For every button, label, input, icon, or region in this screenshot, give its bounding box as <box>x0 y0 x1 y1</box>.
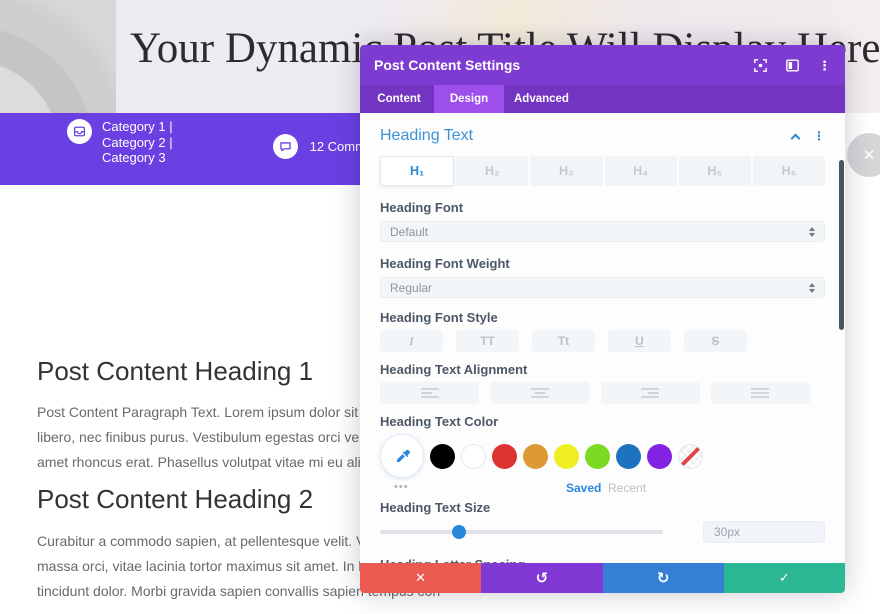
tab-content[interactable]: Content <box>364 85 434 113</box>
heading-text-size-label: Heading Text Size <box>380 500 825 515</box>
undo-icon: ↺ <box>536 569 549 587</box>
post-content-settings-modal: Post Content Settings ⋮ Content Design A… <box>360 45 845 593</box>
recent-colors-tab[interactable]: Recent <box>608 481 646 495</box>
category-folder-icon <box>73 125 86 138</box>
alignment-buttons <box>380 382 825 404</box>
font-style-buttons: I TT Tt U S <box>380 330 825 352</box>
tab-design[interactable]: Design <box>434 85 504 113</box>
color-swatch-orange[interactable] <box>523 444 548 469</box>
heading-level-h6[interactable]: H₆ <box>753 156 825 186</box>
select-arrows-icon <box>809 283 815 293</box>
heading-font-label: Heading Font <box>380 200 825 215</box>
heading-level-h4[interactable]: H₄ <box>605 156 677 186</box>
modal-title: Post Content Settings <box>374 57 520 73</box>
modal-tab-bar: Content Design Advanced <box>360 85 845 113</box>
color-swatch-none[interactable] <box>678 444 703 469</box>
text-size-input[interactable]: 30px <box>703 521 825 543</box>
saved-colors-tab[interactable]: Saved <box>566 481 601 495</box>
post-content-heading-2: Post Content Heading 2 <box>37 484 313 515</box>
color-swatch-blue[interactable] <box>616 444 641 469</box>
modal-footer: ✕ ↺ ↻ ✓ <box>360 563 845 593</box>
discard-button[interactable]: ✕ <box>360 563 481 593</box>
color-swatch-red[interactable] <box>492 444 517 469</box>
hero-decorative-blob <box>0 0 116 113</box>
dock-panel-icon[interactable] <box>786 59 799 72</box>
page-root: Your Dynamic Post Title Will Display Her… <box>0 0 880 614</box>
section-title-heading-text[interactable]: Heading Text <box>380 127 473 145</box>
redo-icon: ↻ <box>657 569 670 587</box>
heading-font-weight-label: Heading Font Weight <box>380 256 825 271</box>
color-swatch-black[interactable] <box>430 444 455 469</box>
page-settings-close-button[interactable]: ✕ <box>847 133 880 177</box>
color-palette-tabs: ••• Saved Recent <box>380 481 825 495</box>
save-button[interactable]: ✓ <box>724 563 845 593</box>
heading-font-weight-value: Regular <box>390 281 432 295</box>
heading-level-h1[interactable]: H₁ <box>380 156 454 186</box>
heading-font-style-label: Heading Font Style <box>380 310 825 325</box>
heading-font-weight-select[interactable]: Regular <box>380 277 825 298</box>
align-left-button[interactable] <box>380 382 479 404</box>
close-icon: ✕ <box>863 146 876 164</box>
style-smallcaps-button[interactable]: Tt <box>532 330 595 352</box>
heading-text-alignment-label: Heading Text Alignment <box>380 362 825 377</box>
color-swatch-green[interactable] <box>585 444 610 469</box>
eyedropper-icon <box>394 448 411 465</box>
text-size-slider[interactable] <box>380 530 663 534</box>
undo-button[interactable]: ↺ <box>481 563 602 593</box>
save-check-icon: ✓ <box>779 570 790 586</box>
category-circle <box>67 119 92 144</box>
category-link-1[interactable]: Category 1 | <box>102 119 173 135</box>
color-swatch-purple[interactable] <box>647 444 672 469</box>
color-picker-row <box>380 433 825 479</box>
tab-advanced[interactable]: Advanced <box>504 85 579 113</box>
align-right-button[interactable] <box>601 382 700 404</box>
align-justify-icon <box>751 387 769 399</box>
redo-button[interactable]: ↻ <box>603 563 724 593</box>
paragraph-text: Post Content Paragraph Text. Lorem ipsum… <box>37 404 401 420</box>
modal-header-icons: ⋮ <box>754 59 831 72</box>
heading-text-color-label: Heading Text Color <box>380 414 825 429</box>
modal-header[interactable]: Post Content Settings ⋮ <box>360 45 845 85</box>
categories-group: Category 1 | Category 2 | Category 3 <box>67 119 173 166</box>
align-center-icon <box>531 387 549 399</box>
modal-menu-icon[interactable]: ⋮ <box>818 59 831 72</box>
style-uppercase-button[interactable]: TT <box>456 330 519 352</box>
heading-level-tabs: H₁ H₂ H₃ H₄ H₅ H₆ <box>380 156 825 186</box>
heading-level-h5[interactable]: H₅ <box>679 156 751 186</box>
heading-level-h3[interactable]: H₃ <box>530 156 602 186</box>
heading-font-value: Default <box>390 225 428 239</box>
style-italic-button[interactable]: I <box>380 330 443 352</box>
color-swatch-yellow[interactable] <box>554 444 579 469</box>
modal-body: Heading Text ⋮ H₁ H₂ H₃ H₄ H₅ H₆ Heading… <box>360 113 845 563</box>
modal-scrollbar-thumb[interactable] <box>839 160 844 330</box>
more-colors-button[interactable]: ••• <box>394 481 409 493</box>
align-center-button[interactable] <box>490 382 589 404</box>
style-underline-button[interactable]: U <box>608 330 671 352</box>
collapse-chevron-up-icon[interactable] <box>791 133 801 143</box>
color-swatch-white[interactable] <box>461 444 486 469</box>
focus-mode-icon[interactable] <box>754 59 767 72</box>
heading-level-h2[interactable]: H₂ <box>456 156 528 186</box>
align-left-icon <box>421 387 439 399</box>
select-arrows-icon <box>809 227 815 237</box>
category-list: Category 1 | Category 2 | Category 3 <box>102 119 173 166</box>
align-right-icon <box>641 387 659 399</box>
slider-knob[interactable] <box>452 525 466 539</box>
align-justify-button[interactable] <box>711 382 810 404</box>
eyedropper-button[interactable] <box>380 434 424 478</box>
text-size-row: 30px <box>380 521 825 543</box>
style-strikethrough-button[interactable]: S <box>684 330 747 352</box>
category-link-2[interactable]: Category 2 | <box>102 135 173 151</box>
comments-circle <box>273 134 298 159</box>
heading-font-select[interactable]: Default <box>380 221 825 242</box>
post-content-heading-1: Post Content Heading 1 <box>37 356 313 387</box>
section-header: Heading Text ⋮ <box>380 125 825 147</box>
section-menu-icon[interactable]: ⋮ <box>813 130 825 142</box>
comment-bubble-icon <box>279 140 292 153</box>
discard-x-icon: ✕ <box>415 570 426 586</box>
category-link-3[interactable]: Category 3 <box>102 150 173 166</box>
